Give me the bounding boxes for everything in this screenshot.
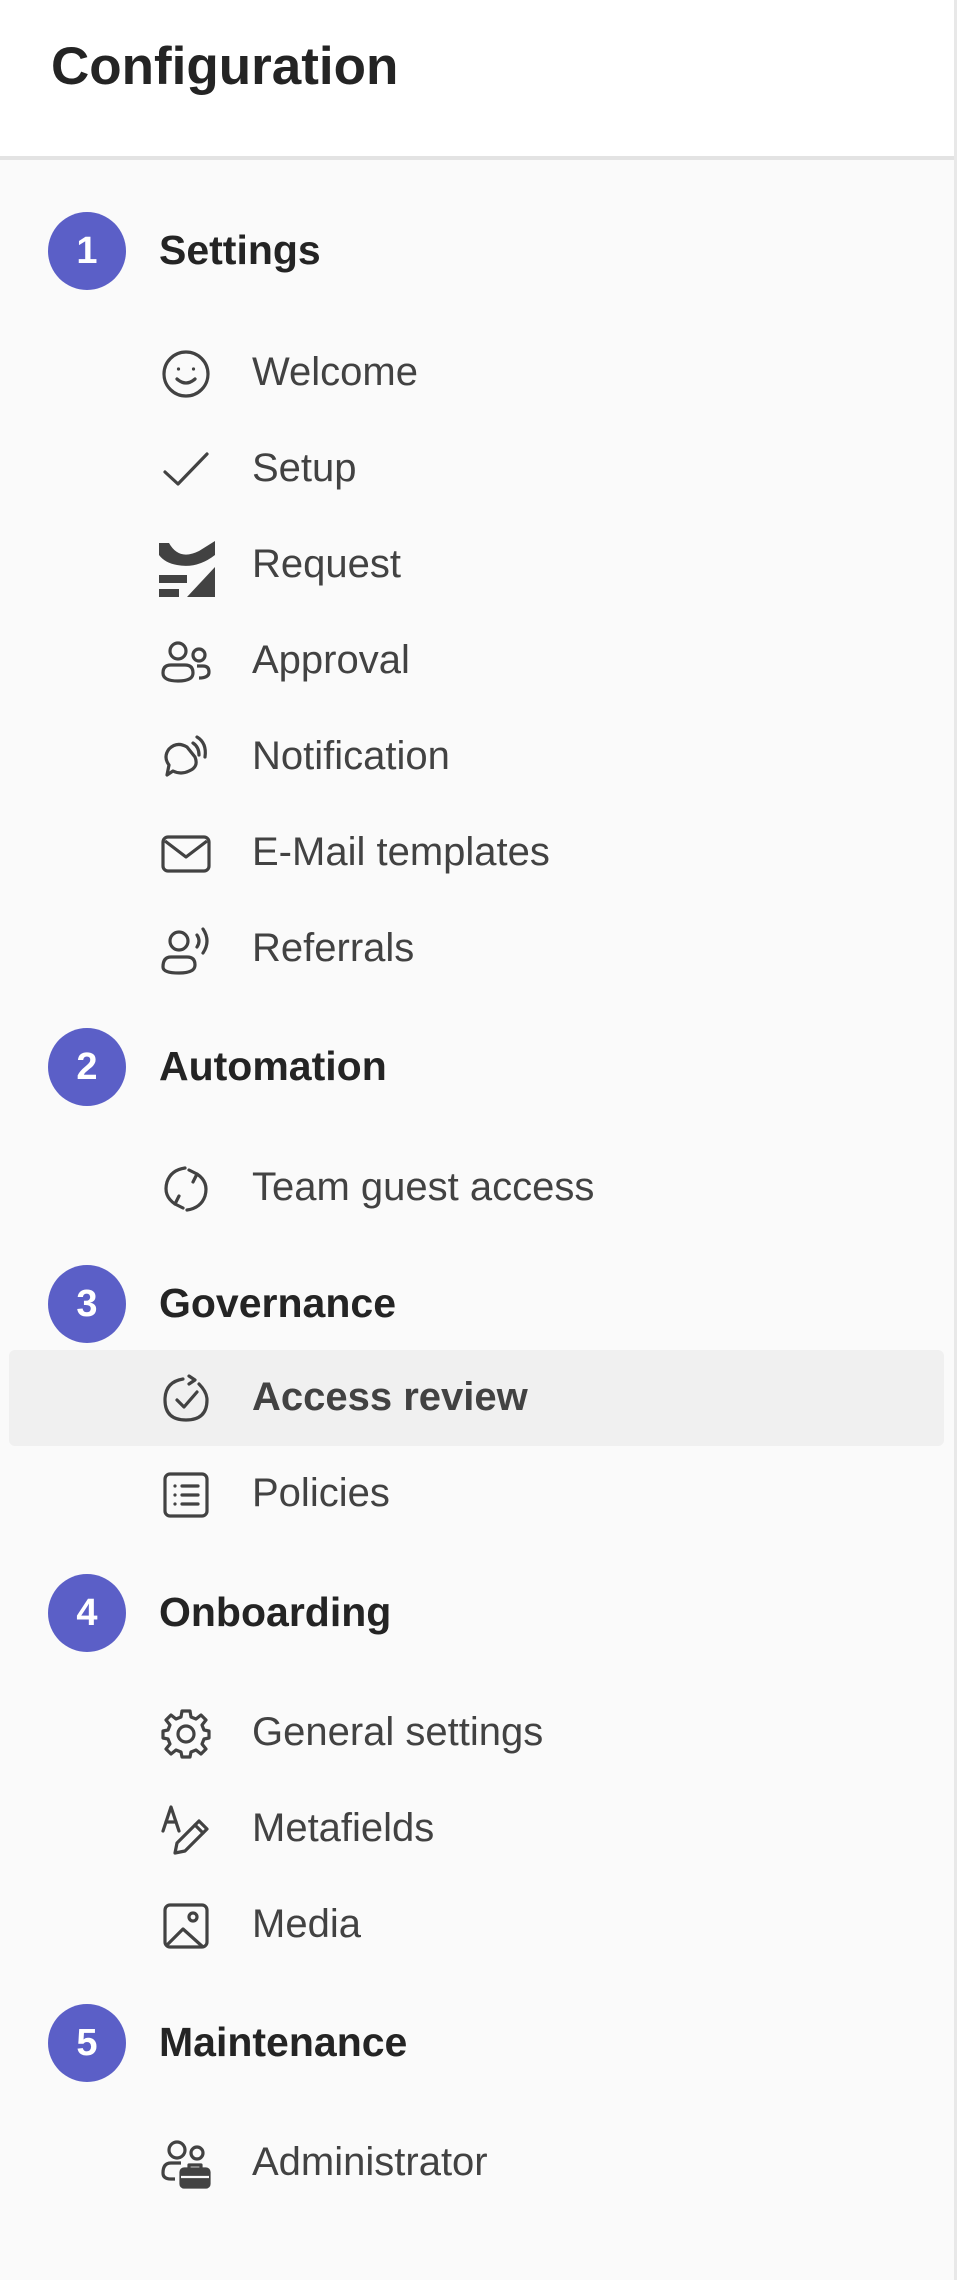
nav-item-label: Metafields — [252, 1806, 435, 1850]
nav-item-referrals[interactable]: Referrals — [9, 901, 944, 997]
nav-item-label: Access review — [252, 1375, 528, 1419]
nav-item-label: Notification — [252, 734, 450, 778]
nav-item-administrator[interactable]: Administrator — [9, 2115, 944, 2211]
section-onboarding: 4 Onboarding — [0, 1573, 957, 1653]
step-badge: 2 — [48, 1028, 126, 1106]
gear-icon — [159, 1707, 213, 1761]
section-title: Automation — [159, 1043, 387, 1089]
image-icon — [159, 1899, 213, 1953]
brand-logo-icon — [157, 539, 219, 597]
step-badge: 4 — [48, 1574, 126, 1652]
text-edit-icon — [159, 1803, 213, 1857]
smiley-icon — [159, 347, 213, 401]
step-badge: 1 — [48, 212, 126, 290]
nav-item-label: Welcome — [252, 350, 418, 394]
person-voice-icon — [159, 923, 213, 977]
nav-item-label: Media — [252, 1902, 361, 1946]
nav-item-approval[interactable]: Approval — [9, 613, 944, 709]
nav-item-request[interactable]: Request — [9, 517, 944, 613]
nav-item-label: Approval — [252, 638, 410, 682]
nav-item-label: Referrals — [252, 926, 415, 970]
nav-item-welcome[interactable]: Welcome — [9, 325, 944, 421]
step-badge: 3 — [48, 1265, 126, 1343]
sync-icon — [159, 1162, 213, 1216]
nav-item-policies[interactable]: Policies — [9, 1446, 944, 1542]
nav-item-email-templates[interactable]: E-Mail templates — [9, 805, 944, 901]
section-maintenance: 5 Maintenance — [0, 2003, 957, 2083]
checkmark-icon — [159, 443, 213, 497]
nav-item-general-settings[interactable]: General settings — [9, 1685, 944, 1781]
section-title: Settings — [159, 227, 321, 273]
nav-item-label: Policies — [252, 1471, 390, 1515]
section-title: Maintenance — [159, 2019, 408, 2065]
mail-icon — [159, 827, 213, 881]
nav-item-label: Administrator — [252, 2140, 488, 2184]
nav-item-media[interactable]: Media — [9, 1877, 944, 1973]
section-title: Governance — [159, 1280, 396, 1326]
section-governance: 3 Governance — [0, 1264, 957, 1344]
section-automation: 2 Automation — [0, 1027, 957, 1107]
nav-item-team-guest-access[interactable]: Team guest access — [9, 1140, 944, 1236]
nav-item-label: Team guest access — [252, 1165, 595, 1209]
configuration-panel: Configuration 1 Settings Welcome Setup R… — [0, 0, 957, 2280]
nav-item-setup[interactable]: Setup — [9, 421, 944, 517]
chat-bell-icon — [159, 731, 213, 785]
nav-item-label: E-Mail templates — [252, 830, 550, 874]
panel-header: Configuration — [0, 0, 954, 160]
section-settings: 1 Settings — [0, 211, 957, 291]
page-title: Configuration — [51, 37, 399, 96]
list-icon — [159, 1468, 213, 1522]
nav-item-notification[interactable]: Notification — [9, 709, 944, 805]
step-badge: 5 — [48, 2004, 126, 2082]
nav-item-label: Request — [252, 542, 401, 586]
nav-item-access-review[interactable]: Access review — [9, 1350, 944, 1446]
circle-check-icon — [159, 1372, 213, 1426]
nav-item-label: General settings — [252, 1710, 544, 1754]
section-title: Onboarding — [159, 1589, 392, 1635]
people-toolbox-icon — [159, 2137, 213, 2191]
nav-item-metafields[interactable]: Metafields — [9, 1781, 944, 1877]
nav-item-label: Setup — [252, 446, 357, 490]
people-icon — [159, 635, 213, 689]
